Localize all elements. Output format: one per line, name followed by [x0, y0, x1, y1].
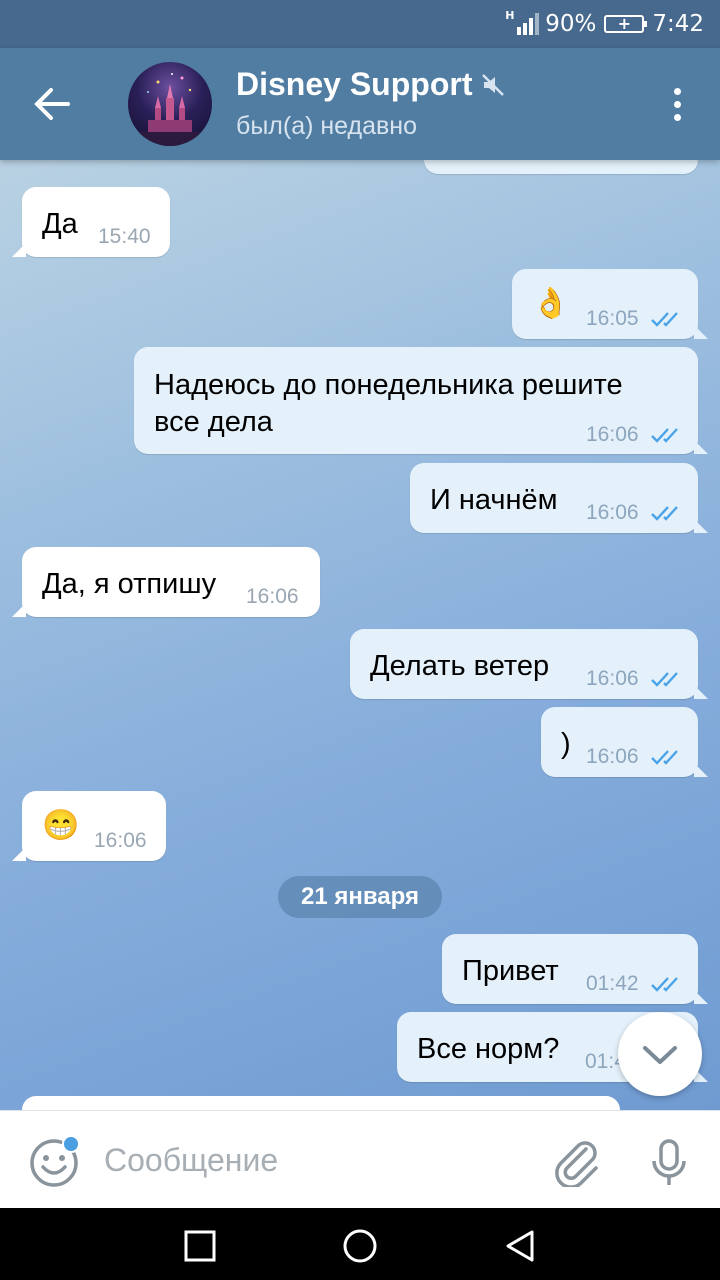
read-checkmarks-icon — [651, 750, 678, 765]
chat-header: Disney Support был(а) недавно — [0, 48, 720, 160]
arrow-left-icon — [34, 88, 70, 120]
message-bubble-incoming[interactable]: Да 15:40 — [12, 187, 170, 257]
message-time: 16:06 — [586, 745, 639, 768]
emoji-notification-dot — [62, 1135, 80, 1153]
message-time: 01:42 — [586, 972, 639, 995]
message-text: Да — [42, 208, 78, 240]
system-back-button[interactable] — [500, 1226, 540, 1266]
scroll-to-bottom-button[interactable] — [618, 1012, 702, 1096]
voice-record-button[interactable] — [644, 1137, 694, 1189]
read-checkmarks-icon — [651, 672, 678, 687]
attach-button[interactable] — [552, 1137, 602, 1189]
message-composer — [0, 1110, 720, 1208]
message-bubble-incoming[interactable]: 😁 16:06 — [12, 791, 166, 861]
message-text: ) — [561, 728, 571, 760]
read-checkmarks-icon — [651, 428, 678, 443]
status-bar: H 90% + 7:42 — [0, 0, 720, 48]
message-time: 16:06 — [586, 423, 639, 446]
recents-button[interactable] — [180, 1226, 220, 1266]
date-separator: 21 января — [278, 876, 442, 918]
message-time: 16:06 — [586, 667, 639, 690]
message-bubble-outgoing[interactable]: ) 16:06 — [541, 707, 708, 777]
back-button[interactable] — [24, 76, 80, 132]
muted-speaker-icon — [482, 73, 505, 96]
last-seen-status: был(а) недавно — [236, 112, 418, 140]
network-type: H — [505, 9, 515, 22]
message-bubble-outgoing[interactable]: Привет 01:42 — [442, 934, 708, 1004]
battery-icon: + — [604, 14, 648, 33]
message-time: 16:06 — [246, 585, 299, 608]
message-input[interactable] — [104, 1135, 524, 1185]
square-icon — [184, 1230, 216, 1262]
microphone-icon — [652, 1139, 686, 1185]
contact-name: Disney Support — [236, 66, 473, 102]
avatar[interactable] — [128, 62, 212, 146]
message-time: 15:40 — [98, 225, 151, 248]
battery-percent: 90% — [545, 11, 597, 37]
circle-icon — [343, 1229, 377, 1263]
paperclip-icon — [555, 1141, 598, 1189]
message-time: 16:06 — [94, 829, 147, 852]
system-nav-bar — [0, 1208, 720, 1280]
message-text-line1: Надеюсь до понедельника решите — [154, 369, 623, 401]
message-list[interactable]: Да 15:40 👌 16:05 Надеюсь до понедельника… — [0, 160, 720, 1110]
message-bubble-outgoing[interactable]: Делать ветер 16:06 — [350, 629, 708, 699]
message-time: 16:06 — [586, 501, 639, 524]
message-emoji: 👌 — [532, 287, 570, 320]
status-indicators: H 90% + 7:42 — [505, 9, 704, 38]
message-text: Все норм? — [417, 1033, 560, 1065]
message-emoji: 😁 — [42, 809, 80, 842]
message-text: И начнём — [430, 484, 558, 516]
message-bubble-outgoing[interactable]: Надеюсь до понедельника решите все дела … — [134, 347, 708, 454]
triangle-back-icon — [506, 1230, 534, 1262]
chat-title[interactable]: Disney Support — [236, 66, 506, 103]
read-checkmarks-icon — [651, 977, 678, 992]
clock: 7:42 — [652, 11, 704, 37]
signal-icon: H — [505, 9, 540, 35]
chevron-down-icon — [643, 1046, 677, 1064]
read-checkmarks-icon — [651, 312, 678, 327]
message-time: 16:05 — [586, 307, 639, 330]
castle-image — [128, 73, 212, 146]
message-text: Привет — [462, 955, 559, 987]
home-button[interactable] — [340, 1226, 380, 1266]
message-bubble-outgoing[interactable]: 👌 16:05 — [512, 269, 708, 339]
message-bubble-incoming[interactable]: Да, я отпишу 16:06 — [12, 547, 320, 617]
message-bubble-outgoing[interactable]: И начнём 16:06 — [410, 463, 708, 533]
message-text-line2: все дела — [154, 406, 273, 438]
message-text: Да, я отпишу — [42, 568, 217, 600]
message-bubble-partial[interactable] — [424, 160, 698, 174]
read-checkmarks-icon — [651, 506, 678, 521]
message-text: Делать ветер — [370, 650, 550, 682]
message-bubble-partial[interactable] — [22, 1096, 620, 1110]
more-menu-button[interactable] — [662, 84, 692, 124]
